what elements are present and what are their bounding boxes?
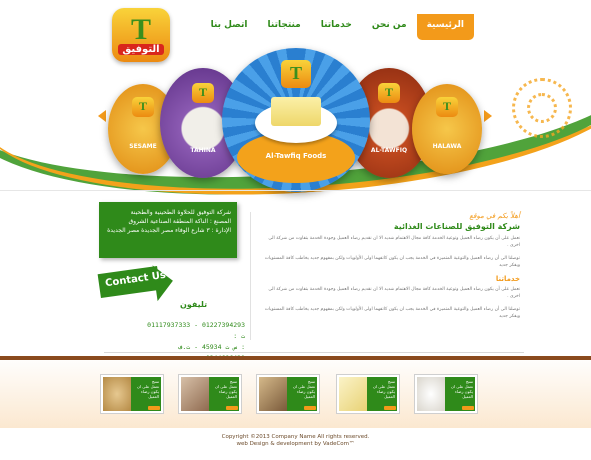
- slide-logo-icon: T: [281, 59, 311, 88]
- product-card[interactable]: منتج نعمل على ان يكون رضاء العميل: [100, 374, 164, 414]
- nav-about[interactable]: من نحن: [362, 14, 417, 40]
- more-button[interactable]: [148, 406, 160, 410]
- carousel-slide-active[interactable]: T Al-Tawfiq Foods: [222, 48, 370, 192]
- product-image: [417, 377, 445, 411]
- column-divider: [250, 212, 251, 340]
- services-paragraph: نعمل على أن يكون رضاء العميل وتوعية الخد…: [268, 287, 520, 299]
- product-desc: نعمل على ان يكون رضاء العميل: [450, 384, 473, 399]
- phone-line: 01117937333 - 01227394293 : ت: [147, 321, 245, 340]
- slide-logo-icon: T: [132, 96, 154, 117]
- footer: Copyright ©2013 Company Name All rights …: [0, 434, 591, 448]
- product-desc: نعمل على ان يكون رضاء العميل: [214, 384, 237, 399]
- about-paragraph: توصلنا الى أن رضاء العميل والتوعية المتم…: [264, 256, 520, 268]
- welcome-kicker: أهلاً بكم في موقع: [469, 212, 520, 220]
- sun-ornament-inner: [527, 93, 557, 123]
- header-divider: [0, 190, 591, 191]
- product-image: [259, 377, 287, 411]
- nav-services[interactable]: خدماتنا: [311, 14, 362, 40]
- more-button[interactable]: [462, 406, 474, 410]
- address-box: شركة التوفيق للحلاوة الطحينية والطحينة ا…: [99, 202, 237, 258]
- nav-products[interactable]: منتجاتنا: [258, 14, 311, 40]
- carousel-slide[interactable]: T HALAWA: [412, 84, 482, 174]
- slide-caption: HALAWA: [432, 143, 462, 151]
- product-card[interactable]: منتج نعمل على ان يكون رضاء العميل: [178, 374, 242, 414]
- product-desc: نعمل على ان يكون رضاء العميل: [136, 384, 159, 399]
- about-paragraph: نعمل على أن يكون رضاء العميل وتوعية الخد…: [268, 236, 520, 248]
- phone-title: تليفون: [180, 300, 208, 309]
- brown-stripe: [0, 356, 591, 360]
- copyright-text: Copyright ©2013 Company Name All rights …: [221, 434, 370, 440]
- product-image: [181, 377, 209, 411]
- product-card[interactable]: منتج نعمل على ان يكون رضاء العميل: [414, 374, 478, 414]
- butter-block: [270, 96, 322, 126]
- product-desc: نعمل على ان يكون رضاء العميل: [372, 384, 395, 399]
- slide-logo-icon: T: [378, 83, 400, 104]
- nav-home[interactable]: الرئيسية: [416, 14, 474, 40]
- slide-logo-icon: T: [436, 96, 458, 117]
- more-button[interactable]: [304, 406, 316, 410]
- slide-caption: Al-Tawfiq Foods: [265, 151, 327, 160]
- nav-contact[interactable]: اتصل بنا: [201, 14, 258, 40]
- page: T التوفيق الرئيسية من نحن خدماتنا منتجات…: [0, 0, 591, 460]
- main-nav: الرئيسية من نحن خدماتنا منتجاتنا اتصل بن…: [211, 14, 474, 40]
- address-line: المصنع : الناكة المنطقة الصناعية الشروق: [128, 218, 231, 225]
- product-image: [103, 377, 131, 411]
- more-button[interactable]: [226, 406, 238, 410]
- more-button[interactable]: [384, 406, 396, 410]
- content-divider: [104, 352, 524, 353]
- logo-letter: T: [130, 12, 151, 46]
- address-line: الإدارة : ٣ شارع الوفاء مصر الجديدة مصر …: [107, 227, 231, 234]
- company-heading: شركة التوفيق للصناعات الغذائية: [393, 222, 520, 231]
- services-paragraph: توصلنا الى أن رضاء العميل والتوعية المتم…: [264, 307, 520, 319]
- product-card[interactable]: منتج نعمل على ان يكون رضاء العميل: [336, 374, 400, 414]
- product-card[interactable]: منتج نعمل على ان يكون رضاء العميل: [256, 374, 320, 414]
- credit-text[interactable]: web Design & development by VadeCom™: [0, 441, 591, 448]
- carousel-next-arrow[interactable]: [484, 110, 492, 122]
- product-desc: نعمل على ان يكون رضاء العميل: [292, 384, 315, 399]
- services-heading: خدماتنا: [495, 275, 520, 283]
- carousel-prev-arrow[interactable]: [98, 110, 106, 122]
- slide-logo-icon: T: [192, 83, 214, 104]
- address-line: شركة التوفيق للحلاوة الطحينية والطحينة: [130, 209, 231, 216]
- contact-us-button[interactable]: Contact Us: [97, 262, 176, 302]
- logo-name: التوفيق: [118, 43, 164, 55]
- product-image: [339, 377, 367, 411]
- logo[interactable]: T التوفيق: [112, 8, 170, 62]
- about-section: أهلاً بكم في موقع شركة التوفيق للصناعات …: [258, 212, 520, 326]
